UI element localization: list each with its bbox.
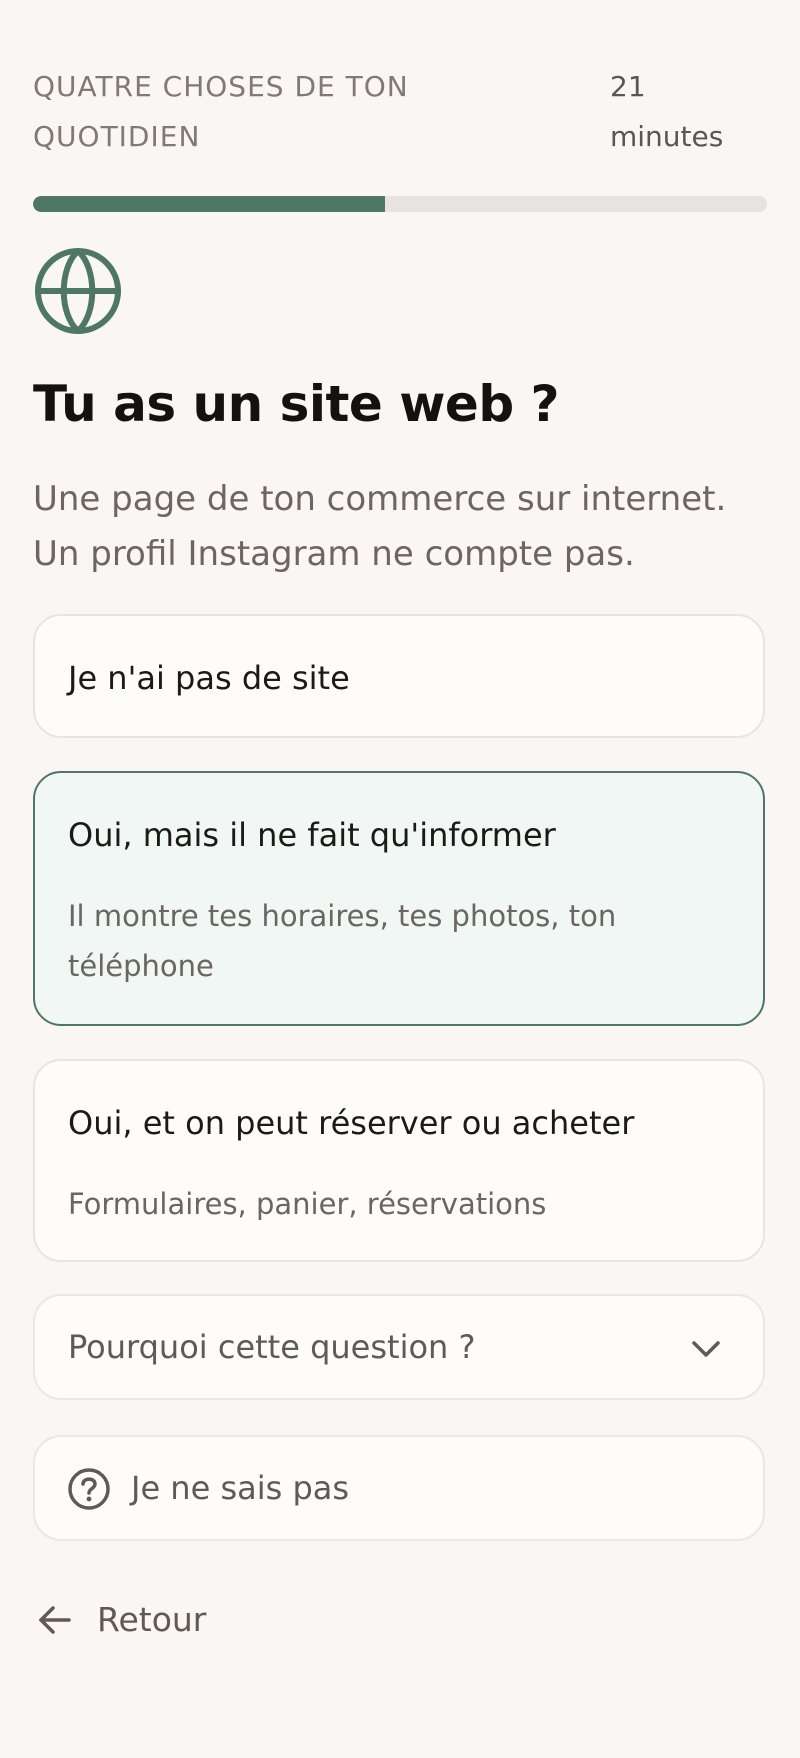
why-question-toggle[interactable]: Pourquoi cette question ? xyxy=(33,1294,765,1400)
option-description: Formulaires, panier, réservations xyxy=(68,1187,547,1221)
option-title: Je n'ai pas de site xyxy=(68,659,350,697)
header: QUATRE CHOSES DE TON QUOTIDIEN 21 minute… xyxy=(33,62,767,162)
why-question-label: Pourquoi cette question ? xyxy=(68,1328,476,1366)
option-informational-site[interactable]: Oui, mais il ne fait qu'informer Il mont… xyxy=(33,771,765,1026)
dont-know-button[interactable]: Je ne sais pas xyxy=(33,1435,765,1541)
dont-know-label: Je ne sais pas xyxy=(131,1469,350,1507)
section-label: QUATRE CHOSES DE TON QUOTIDIEN xyxy=(33,70,409,153)
question-circle-icon xyxy=(68,1468,110,1510)
time-estimate: 21 minutes xyxy=(610,70,724,153)
back-label: Retour xyxy=(97,1600,207,1639)
option-description: Il montre tes horaires, tes photos, ton … xyxy=(68,899,617,983)
chevron-down-icon xyxy=(692,1341,720,1357)
arrow-left-icon xyxy=(39,1606,71,1634)
globe-icon xyxy=(35,248,121,334)
progress-fill xyxy=(33,196,386,212)
back-button[interactable]: Retour xyxy=(33,1590,233,1650)
progress-bar xyxy=(33,196,767,212)
option-no-site[interactable]: Je n'ai pas de site xyxy=(33,614,765,738)
option-title: Oui, et on peut réserver ou acheter xyxy=(68,1104,635,1142)
option-booking-site[interactable]: Oui, et on peut réserver ou acheter Form… xyxy=(33,1059,765,1262)
option-title: Oui, mais il ne fait qu'informer xyxy=(68,816,556,854)
question-title: Tu as un site web ? xyxy=(33,375,560,433)
question-subtitle: Une page de ton commerce sur internet. U… xyxy=(33,479,727,574)
